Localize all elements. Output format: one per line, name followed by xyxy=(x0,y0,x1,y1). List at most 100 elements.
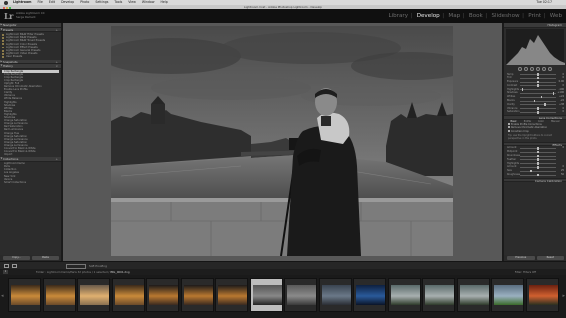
graduated-filter-icon[interactable] xyxy=(536,67,540,71)
filmstrip-thumbnail[interactable] xyxy=(42,278,76,312)
filmstrip-thumbnail[interactable] xyxy=(215,278,248,312)
collections-list: Lightroom Demo Paris Collection Los Angeles… xyxy=(0,162,61,184)
slider-knob[interactable] xyxy=(537,173,539,177)
slider-label: Shadows xyxy=(507,91,518,95)
histogram-header[interactable]: Histogram xyxy=(504,23,566,28)
slider-knob[interactable] xyxy=(540,95,543,99)
filmstrip-thumbnail[interactable] xyxy=(422,278,455,312)
filmstrip-thumbnail[interactable] xyxy=(456,278,490,312)
copy-button[interactable]: Copy... xyxy=(3,256,30,260)
secondary-display-button[interactable]: 1 xyxy=(3,270,8,274)
menu-app-name[interactable]: Lightroom xyxy=(13,0,31,4)
loupe-view-icon[interactable] xyxy=(4,264,9,268)
slider-knob[interactable] xyxy=(521,88,524,91)
right-panel: Histogram Temp 0 Tint 0 Exposure 0.00 Contrast… xyxy=(503,23,566,261)
filmstrip-thumbnail[interactable] xyxy=(249,278,283,312)
menu-develop[interactable]: Develop xyxy=(61,0,74,4)
radial-filter-icon[interactable] xyxy=(542,67,546,71)
collection-item[interactable]: Smart Collections xyxy=(0,181,61,184)
slider-label: Midpoint xyxy=(507,150,518,154)
module-book[interactable]: Book xyxy=(469,13,483,19)
module-map[interactable]: Map xyxy=(448,13,460,19)
slider-knob[interactable] xyxy=(537,80,539,84)
add-preset-icon[interactable]: + xyxy=(55,28,58,33)
before-after-icon[interactable] xyxy=(12,264,17,268)
slider-knob[interactable] xyxy=(537,76,539,80)
history-item[interactable]: Import xyxy=(2,153,59,156)
menu-photo[interactable]: Photo xyxy=(80,0,89,4)
presets-header[interactable]: ▼ Presets + xyxy=(0,27,61,33)
menu-file[interactable]: File xyxy=(38,0,43,4)
checkbox-icon[interactable] xyxy=(508,129,510,132)
filmstrip-thumbnail[interactable] xyxy=(318,278,352,312)
clear-history-icon[interactable]: × xyxy=(55,64,58,69)
view-mode-toggle[interactable] xyxy=(66,263,86,269)
slider-roughness[interactable]: Roughness 50 xyxy=(504,173,566,177)
slider-knob[interactable] xyxy=(537,146,539,150)
slider-track[interactable] xyxy=(520,93,556,94)
slider-knob[interactable] xyxy=(537,73,539,76)
slider-knob[interactable] xyxy=(537,111,539,114)
filmstrip-thumbnail[interactable] xyxy=(491,278,524,312)
slider-knob[interactable] xyxy=(552,92,555,95)
camera-calibration-header[interactable]: Camera Calibration xyxy=(504,177,566,183)
slider-knob[interactable] xyxy=(537,162,539,165)
reset-button[interactable]: Reset xyxy=(536,256,564,260)
module-slideshow[interactable]: Slideshow xyxy=(491,13,519,19)
lens-tab-manual[interactable]: Manual xyxy=(551,120,559,124)
apple-icon[interactable] xyxy=(4,0,8,5)
slider-knob[interactable] xyxy=(537,84,539,88)
add-collection-icon[interactable]: + xyxy=(55,157,58,162)
collections-header[interactable]: ▼ Collections + xyxy=(0,157,61,162)
paste-button[interactable]: Paste xyxy=(32,256,59,260)
scroll-left-icon[interactable]: ◂ xyxy=(1,293,4,299)
slider-saturation[interactable]: Saturation 0 xyxy=(504,110,566,114)
module-web[interactable]: Web xyxy=(550,13,562,19)
menu-window[interactable]: Window xyxy=(142,0,155,4)
slider-knob[interactable] xyxy=(537,165,539,169)
crop-tool-icon[interactable] xyxy=(518,67,522,71)
filmstrip-thumbnail[interactable] xyxy=(77,278,110,312)
slider-track[interactable] xyxy=(520,170,556,172)
slider-track[interactable] xyxy=(520,100,556,102)
slider-knob[interactable] xyxy=(537,150,539,154)
scroll-right-icon[interactable]: ▸ xyxy=(562,293,565,299)
slider-knob[interactable] xyxy=(530,169,532,173)
checkbox-icon[interactable] xyxy=(508,126,510,129)
module-develop[interactable]: Develop xyxy=(417,13,440,19)
adjustment-brush-icon[interactable] xyxy=(548,67,552,71)
filmstrip-thumbnail[interactable] xyxy=(387,278,421,312)
slider-value[interactable]: 50 xyxy=(561,173,564,177)
filmstrip-thumbnail[interactable] xyxy=(353,278,386,312)
slider-value[interactable]: 0 xyxy=(562,110,564,114)
spot-removal-icon[interactable] xyxy=(524,67,528,71)
slider-knob[interactable] xyxy=(537,158,539,161)
red-eye-icon[interactable] xyxy=(530,67,534,71)
module-library[interactable]: Library xyxy=(388,13,408,19)
slider-knob[interactable] xyxy=(544,103,546,107)
filmstrip-thumbnail[interactable] xyxy=(146,278,179,312)
slider-knob[interactable] xyxy=(537,107,539,110)
menu-edit[interactable]: Edit xyxy=(49,0,55,4)
slider-track[interactable] xyxy=(520,89,556,90)
filmstrip-thumbnail[interactable] xyxy=(8,278,41,312)
slider-knob[interactable] xyxy=(537,154,539,158)
menu-settings[interactable]: Settings xyxy=(95,0,108,4)
main-photo[interactable] xyxy=(111,26,453,256)
filmstrip-thumbnail[interactable] xyxy=(180,278,214,312)
menu-tools[interactable]: Tools xyxy=(114,0,122,4)
checkbox-icon[interactable] xyxy=(508,123,510,126)
menu-view[interactable]: View xyxy=(128,0,136,4)
filmstrip-thumbnail[interactable] xyxy=(525,278,559,312)
slider-track[interactable] xyxy=(520,96,556,98)
filmstrip-thumbnail[interactable] xyxy=(284,278,317,312)
slider-knob[interactable] xyxy=(533,99,536,103)
module-print[interactable]: Print xyxy=(528,13,541,19)
filmstrip-thumbnail[interactable] xyxy=(111,278,145,312)
soft-proofing-label[interactable]: Soft Proofing xyxy=(89,264,107,268)
history-header[interactable]: ▼ History × xyxy=(0,64,61,69)
preset-folder[interactable]: User Presets xyxy=(2,55,59,58)
menu-help[interactable]: Help xyxy=(160,0,167,4)
previous-button[interactable]: Previous xyxy=(507,256,535,260)
slider-track[interactable] xyxy=(520,104,556,106)
